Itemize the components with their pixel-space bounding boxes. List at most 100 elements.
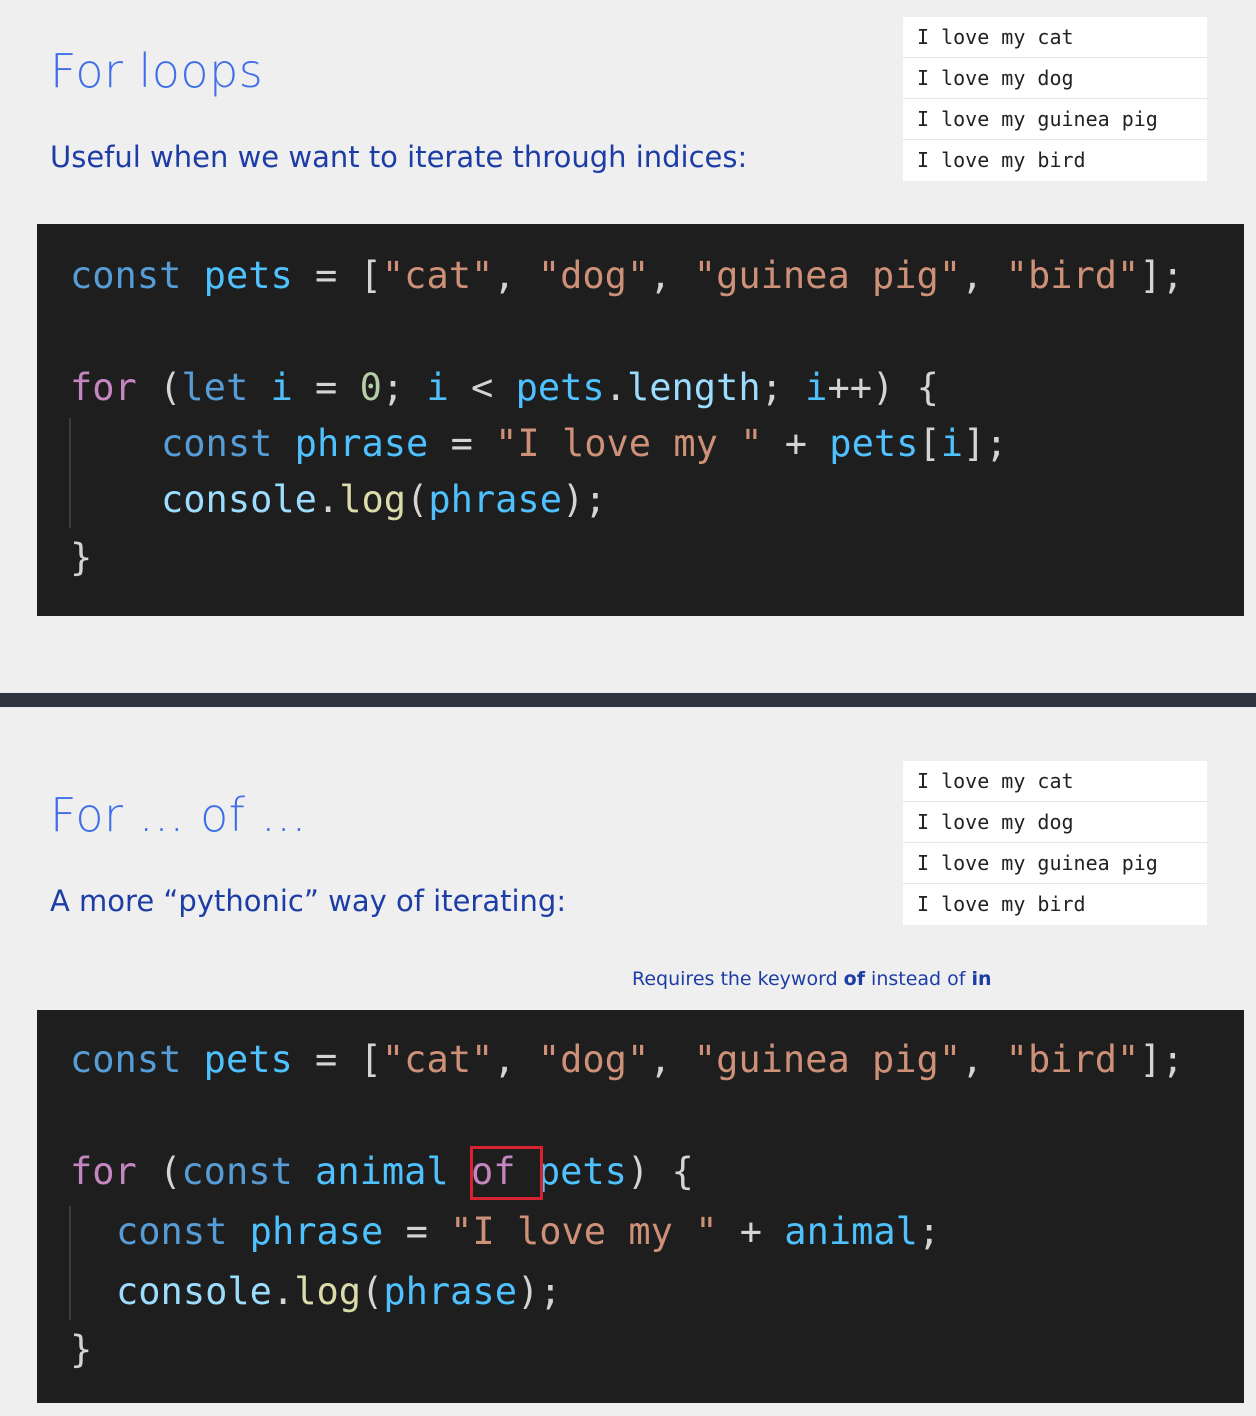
- console-line: I love my bird: [917, 148, 1086, 172]
- comma: ,: [961, 1038, 1006, 1081]
- identifier: i: [940, 422, 963, 465]
- identifier: animal: [784, 1210, 918, 1253]
- identifier: phrase: [428, 478, 562, 521]
- console-line: I love my bird: [917, 892, 1086, 916]
- string: "dog": [537, 1038, 650, 1081]
- identifier: phrase: [383, 1270, 517, 1313]
- comma: ,: [649, 254, 694, 297]
- keyword: const: [181, 1150, 293, 1193]
- keyword: const: [116, 1210, 228, 1253]
- identifier: phrase: [227, 1210, 384, 1253]
- console-line: I love my dog: [903, 58, 1207, 99]
- note-text: instead of: [865, 968, 972, 990]
- code-line-5: }: [70, 1328, 93, 1371]
- code-line-1: const pets = ["cat", "dog", "guinea pig"…: [70, 1034, 1184, 1086]
- bracket: ];: [962, 422, 1008, 465]
- code-line-2: for (const animal of pets) {: [70, 1146, 694, 1198]
- keyword: const: [70, 254, 182, 297]
- string: "guinea pig": [693, 1038, 962, 1081]
- slide-subtitle: A more “pythonic” way of iterating:: [50, 884, 567, 918]
- code-line-5: }: [70, 536, 93, 579]
- string: "guinea pig": [693, 254, 962, 297]
- slide-subtitle: Useful when we want to iterate through i…: [50, 140, 748, 174]
- operator: =: [292, 1038, 360, 1081]
- operator: +: [717, 1210, 785, 1253]
- slide-for-of: For … of … A more “pythonic” way of iter…: [0, 707, 1256, 1416]
- console-line: I love my cat: [903, 761, 1207, 802]
- indent-guide: [69, 418, 71, 528]
- keyword: const: [70, 1038, 182, 1081]
- identifier: phrase: [272, 422, 429, 465]
- code-line-2: for (let i = 0; i < pets.length; i++) {: [70, 362, 939, 414]
- note-keyword: in: [971, 968, 992, 990]
- keyword: const: [161, 422, 273, 465]
- note-text: Requires the keyword: [632, 968, 844, 990]
- bracket: [: [359, 1038, 382, 1081]
- paren: );: [516, 1270, 562, 1313]
- operator: <: [448, 366, 516, 409]
- identifier: console: [161, 478, 317, 521]
- string: "I love my ": [495, 422, 763, 465]
- string: "bird": [1005, 1038, 1140, 1081]
- bracket: ];: [1139, 254, 1184, 297]
- dot: .: [604, 366, 627, 409]
- string: "cat": [381, 1038, 494, 1081]
- string: "cat": [381, 254, 494, 297]
- identifier: pets: [203, 1038, 293, 1081]
- paren: (: [136, 366, 182, 409]
- console-line: I love my dog: [903, 802, 1207, 843]
- console-output: I love my cat I love my dog I love my gu…: [903, 17, 1207, 181]
- slide-title: For loops: [50, 44, 264, 98]
- console-line: I love my guinea pig: [903, 843, 1207, 884]
- code-block: const pets = ["cat", "dog", "guinea pig"…: [37, 224, 1244, 616]
- code-line-3: const phrase = "I love my " + animal;: [116, 1206, 940, 1258]
- identifier: pets: [203, 254, 293, 297]
- semicolon: ;: [381, 366, 427, 409]
- operator: =: [292, 366, 360, 409]
- paren: (: [406, 478, 429, 521]
- dot: .: [271, 1270, 295, 1313]
- string: "dog": [537, 254, 650, 297]
- console-output: I love my cat I love my dog I love my gu…: [903, 761, 1207, 925]
- comma: ,: [493, 254, 538, 297]
- code-line-4: console.log(phrase);: [116, 1266, 562, 1318]
- identifier: pets: [515, 366, 605, 409]
- keyword-note: Requires the keyword of instead of in: [632, 968, 992, 990]
- identifier: i: [805, 366, 828, 409]
- keyword: let: [181, 366, 249, 409]
- operator: =: [383, 1210, 451, 1253]
- indent-guide: [69, 1206, 71, 1320]
- operator: +: [762, 422, 830, 465]
- of-keyword-highlight: [470, 1146, 543, 1200]
- semicolon: ;: [917, 1210, 941, 1253]
- function: log: [294, 1270, 362, 1313]
- paren: ) {: [626, 1150, 694, 1193]
- paren: (: [361, 1270, 384, 1313]
- comma: ,: [493, 1038, 538, 1081]
- bracket: [: [359, 254, 382, 297]
- identifier: i: [248, 366, 293, 409]
- comma: ,: [961, 254, 1006, 297]
- operator: =: [292, 254, 360, 297]
- operator: =: [428, 422, 496, 465]
- number: 0: [359, 366, 382, 409]
- code-line-1: const pets = ["cat", "dog", "guinea pig"…: [70, 250, 1184, 302]
- console-line: I love my cat: [903, 17, 1207, 58]
- identifier: pets: [829, 422, 919, 465]
- identifier: i: [426, 366, 449, 409]
- bracket: [: [918, 422, 941, 465]
- slide-for-loops: For loops Useful when we want to iterate…: [0, 0, 1256, 693]
- code-block: const pets = ["cat", "dog", "guinea pig"…: [37, 1010, 1244, 1403]
- paren: (: [136, 1150, 182, 1193]
- semicolon: ;: [760, 366, 806, 409]
- slide-divider: [0, 693, 1256, 707]
- operator: ++: [827, 366, 873, 409]
- code-line-3: const phrase = "I love my " + pets[i];: [161, 418, 1008, 470]
- function: log: [339, 478, 407, 521]
- note-keyword: of: [843, 968, 865, 990]
- code-line-4: console.log(phrase);: [161, 474, 607, 526]
- paren: ) {: [872, 366, 939, 409]
- string: "bird": [1005, 254, 1140, 297]
- keyword: for: [70, 1150, 137, 1193]
- comma: ,: [649, 1038, 694, 1081]
